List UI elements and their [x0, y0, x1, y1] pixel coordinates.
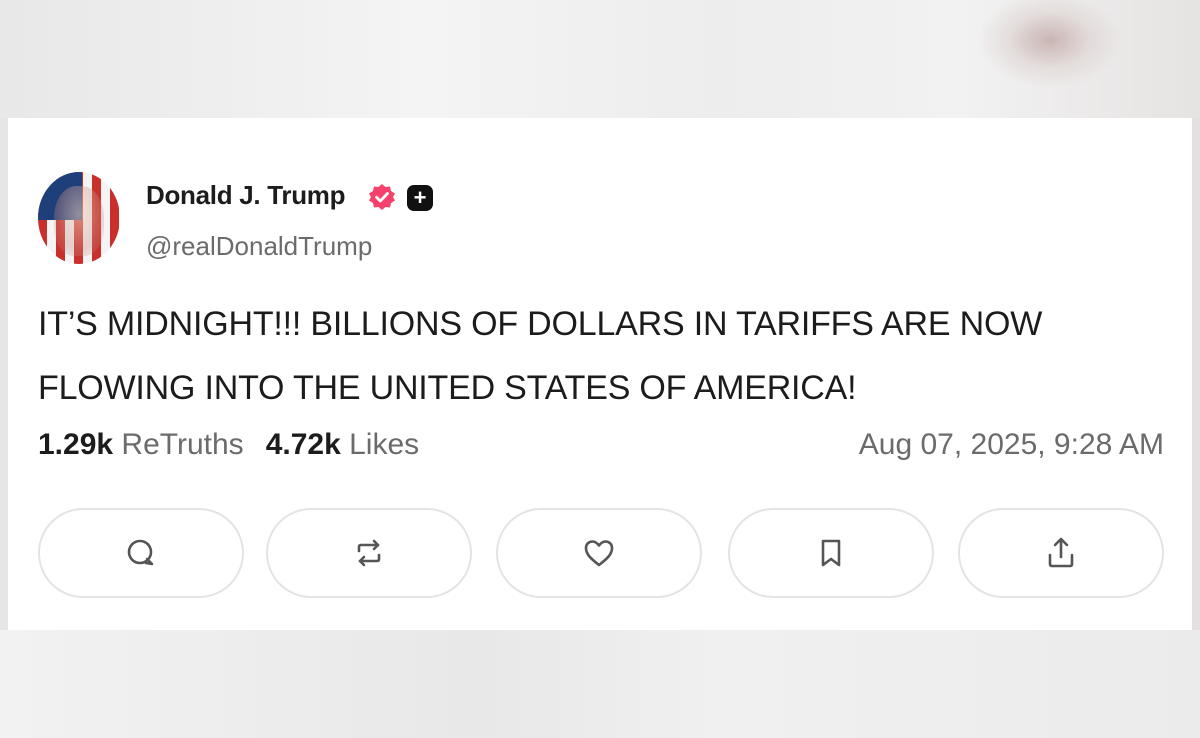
comment-icon — [127, 539, 154, 566]
likes-count: 4.72k — [265, 428, 341, 461]
likes-stat[interactable]: 4.72k Likes — [266, 428, 419, 461]
repost-icon — [357, 539, 381, 567]
author-handle[interactable]: @realDonaldTrump — [146, 231, 372, 262]
share-icon — [1048, 537, 1074, 568]
retruth-button[interactable] — [266, 508, 472, 598]
avatar-face — [54, 186, 104, 256]
post-timestamp[interactable]: Aug 07, 2025, 9:28 AM — [859, 428, 1164, 462]
retruths-label: ReTruths — [121, 428, 244, 461]
blurred-background-bottom — [0, 630, 1200, 738]
action-bar — [38, 508, 1168, 600]
reply-button[interactable] — [38, 508, 244, 598]
plus-badge-icon: + — [407, 185, 433, 211]
retruths-stat[interactable]: 1.29k ReTruths — [38, 428, 244, 461]
like-button[interactable] — [496, 508, 702, 598]
author-display-name[interactable]: Donald J. Trump — [146, 180, 345, 211]
verified-badge-icon — [369, 184, 395, 210]
retruths-count: 1.29k — [38, 428, 114, 461]
likes-label: Likes — [349, 428, 420, 461]
share-button[interactable] — [958, 508, 1164, 598]
bookmark-button[interactable] — [728, 508, 934, 598]
blurred-background-top — [0, 0, 1200, 118]
heart-icon — [584, 540, 614, 567]
post-stats: 1.29k ReTruths 4.72k Likes — [38, 428, 419, 462]
bookmark-icon — [821, 539, 841, 567]
avatar[interactable] — [38, 172, 120, 264]
post-text: IT’S MIDNIGHT!!! BILLIONS OF DOLLARS IN … — [38, 305, 1043, 407]
